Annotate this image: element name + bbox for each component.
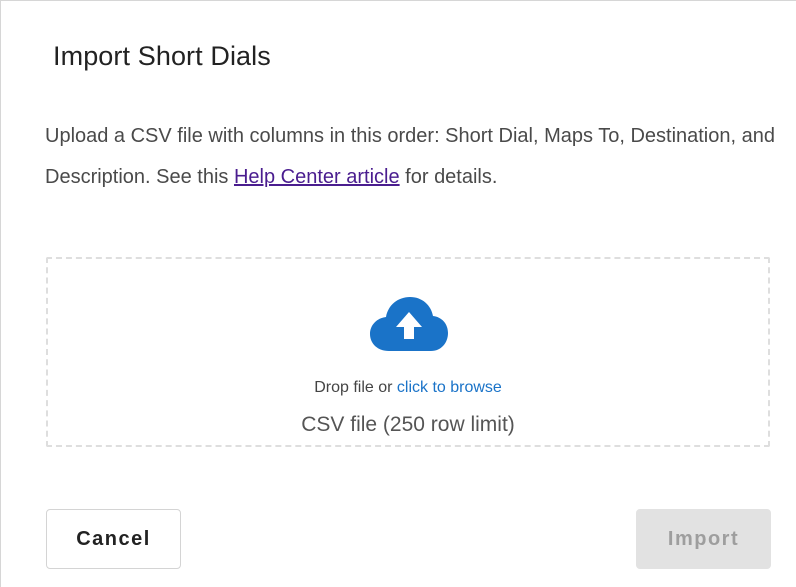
browse-link[interactable]: click to browse [397, 379, 502, 396]
file-limit-hint: CSV file (250 row limit) [301, 413, 515, 436]
file-dropzone[interactable]: Drop file or click to browse CSV file (2… [46, 257, 770, 447]
cancel-button[interactable]: Cancel [46, 509, 181, 569]
cloud-upload-icon[interactable] [369, 295, 449, 357]
drop-text: Drop file or [314, 379, 397, 396]
dialog-description: Upload a CSV file with columns in this o… [45, 116, 775, 198]
help-center-link[interactable]: Help Center article [234, 166, 400, 188]
description-text-after: for details. [399, 166, 498, 188]
drop-instruction: Drop file or click to browse [48, 379, 768, 397]
dialog-title: Import Short Dials [53, 41, 271, 71]
import-button[interactable]: Import [636, 509, 771, 569]
import-short-dials-dialog: Import Short Dials Upload a CSV file wit… [0, 0, 796, 587]
